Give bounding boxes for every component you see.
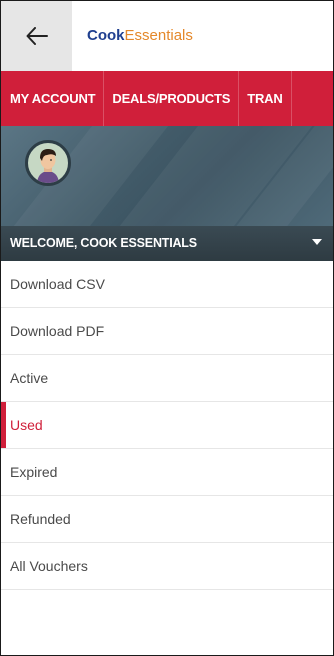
- main-nav: MY ACCOUNT DEALS/PRODUCTS TRAN: [1, 71, 333, 126]
- back-button[interactable]: [1, 1, 72, 71]
- menu-item-label: Active: [10, 370, 49, 386]
- menu-item-used[interactable]: Used: [1, 402, 333, 449]
- top-header: CookEssentials: [1, 1, 333, 71]
- user-avatar-icon: [37, 149, 59, 183]
- brand-logo[interactable]: CookEssentials: [87, 27, 193, 45]
- nav-item-deals-products[interactable]: DEALS/PRODUCTS: [104, 71, 240, 126]
- menu-item-expired[interactable]: Expired: [1, 449, 333, 496]
- active-indicator: [1, 402, 6, 448]
- menu-item-label: Download CSV: [10, 276, 105, 292]
- logo-text-cook: Cook: [87, 27, 125, 44]
- arrow-left-icon: [26, 27, 48, 45]
- menu-item-all-vouchers[interactable]: All Vouchers: [1, 543, 333, 590]
- menu-item-label: Used: [10, 417, 43, 433]
- menu-item-label: Refunded: [10, 511, 71, 527]
- menu-item-refunded[interactable]: Refunded: [1, 496, 333, 543]
- menu-item-active[interactable]: Active: [1, 355, 333, 402]
- menu-item-label: Expired: [10, 464, 58, 480]
- app-frame: CookEssentials MY ACCOUNT DEALS/PRODUCTS…: [0, 0, 334, 656]
- welcome-dropdown[interactable]: WELCOME, COOK ESSENTIALS: [1, 226, 333, 261]
- voucher-menu: Download CSV Download PDF Active Used Ex…: [1, 261, 333, 590]
- nav-item-my-account[interactable]: MY ACCOUNT: [1, 71, 105, 126]
- profile-banner: [1, 126, 333, 226]
- caret-down-icon: [312, 239, 322, 245]
- menu-item-download-pdf[interactable]: Download PDF: [1, 308, 333, 355]
- menu-item-download-csv[interactable]: Download CSV: [1, 261, 333, 308]
- avatar[interactable]: [25, 140, 71, 186]
- welcome-text: WELCOME, COOK ESSENTIALS: [10, 236, 197, 250]
- menu-item-label: Download PDF: [10, 323, 105, 339]
- logo-text-essentials: Essentials: [124, 27, 193, 44]
- menu-item-label: All Vouchers: [10, 558, 88, 574]
- nav-item-transactions[interactable]: TRAN: [239, 71, 292, 126]
